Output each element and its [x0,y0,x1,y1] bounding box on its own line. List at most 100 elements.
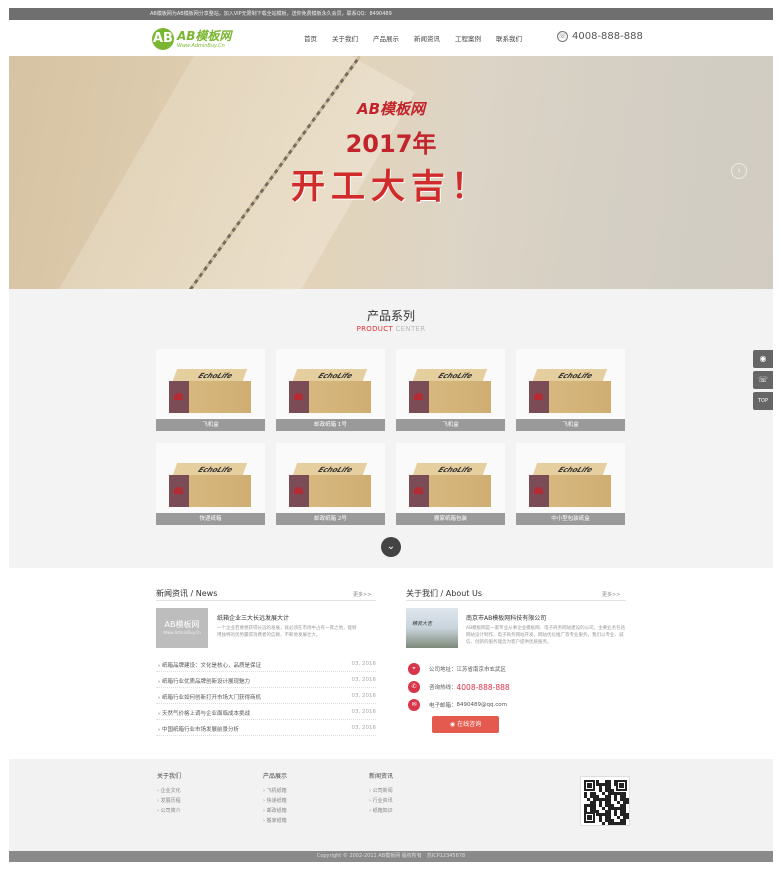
footer-link[interactable]: › 搬家纸箱 [263,816,287,826]
mail-icon: ✉ [408,699,420,711]
product-image[interactable]: EchoLife [156,349,265,419]
contact-label: 电子邮箱： [429,703,457,709]
product-card[interactable]: EchoLife 邮政纸箱 1号 [276,349,385,431]
nav-item-news[interactable]: 新闻资讯 [414,33,440,43]
product-section-title: 产品系列 [366,309,415,323]
contact-value: 江苏省南京市玄武区 [456,667,507,673]
product-image[interactable]: EchoLife [516,443,625,513]
nav-item-products[interactable]: 产品展示 [373,33,399,43]
top-icon[interactable]: TOP [753,392,773,410]
product-image[interactable]: EchoLife [276,443,385,513]
news-list-item[interactable]: › 天然气价格上调与企业面临成本挑战 03, 2016 [156,704,376,720]
phone-circle-icon: ✆ [408,681,420,693]
nav-item-about[interactable]: 关于我们 [332,33,358,43]
news-item-date: 03, 2016 [351,709,377,715]
news-item-title[interactable]: › 纸箱品牌建设：文化是核心，品质是保证 [158,661,261,669]
copyright-text: Copyright © 2002-2011 AB模板网 版权所有 苏ICP123… [316,853,466,859]
product-image[interactable]: EchoLife [396,349,505,419]
news-more-link[interactable]: 更多>> [353,591,371,598]
contact-value: 4008-888-888 [456,682,510,692]
hero-banner[interactable]: AB模板网 2017年 开工大吉！ › [9,56,773,289]
qr-finder [584,812,595,823]
news-list-item[interactable]: › 纸箱行业如何创新打开市场大门获得商机 03, 2016 [156,688,376,704]
footer-link[interactable]: › 公司新闻 [369,786,393,796]
consult-button[interactable]: ◉ 在线咨询 [432,716,499,733]
banner-headline: 开工大吉！ [291,167,491,207]
news-list-item[interactable]: › 纸箱行业优质品牌创新设计展现魅力 03, 2016 [156,672,376,688]
product-caption[interactable]: 中小型包装纸盒 [516,513,625,525]
nav-item-home[interactable]: 首页 [304,33,317,43]
news-list-item[interactable]: › 中国纸箱行业市场发展前景分析 03, 2016 [156,720,376,736]
product-caption[interactable]: 飞机盒 [156,419,265,431]
product-caption[interactable]: 飞机盒 [516,419,625,431]
featured-news-desc: 一个企业若要想获得长远的发展，就必须在市场中占有一席之地，能够用独特的优势赢得消… [217,626,357,638]
logo-main-text: AB模板网 [177,28,232,43]
footer-link[interactable]: › 邮政纸箱 [263,806,287,816]
qq-icon[interactable]: ◉ [753,350,773,368]
product-card[interactable]: EchoLife 飞机盒 [156,349,265,431]
featured-news-title[interactable]: 纸箱企业三大长远发展大计 [217,613,289,622]
logo-badge: AB [152,28,174,50]
footer-column: 新闻资讯 › 公司新闻 › 行业资讯 › 纸箱知识 [369,771,393,816]
product-card[interactable]: EchoLife 飞机盒 [396,349,505,431]
footer-link[interactable]: › 行业资讯 [369,796,393,806]
footer-link[interactable]: › 纸箱知识 [369,806,393,816]
about-description: AB模板网是一家专业从事企业模板网、电子商务网站建设的公司，主要业务包括网站设计… [466,626,626,645]
info-section: 新闻资讯 / News 更多>> AB模板网 Www.AdminBuy.Cn 纸… [9,568,773,759]
product-caption[interactable]: 搬家纸箱包装 [396,513,505,525]
news-item-title[interactable]: › 纸箱行业如何创新打开市场大门获得商机 [158,693,261,701]
footer-column: 产品展示 › 飞机纸箱 › 快递纸箱 › 邮政纸箱 › 搬家纸箱 [263,771,287,826]
contact-label: 咨询热线： [429,685,457,691]
qr-module [614,783,617,786]
footer-link[interactable]: › 发展历程 [157,796,181,806]
qr-module [626,801,629,804]
phone-icon: ☏ [557,31,568,42]
news-heading: 新闻资讯 / News [156,589,218,598]
product-image[interactable]: EchoLife [156,443,265,513]
product-card[interactable]: EchoLife 快递纸箱 [156,443,265,525]
about-image: 精装大吉 [406,608,458,648]
footer-link[interactable]: › 公司简介 [157,806,181,816]
product-card[interactable]: EchoLife 邮政纸箱 2号 [276,443,385,525]
qr-module [623,822,626,825]
chevron-right-icon[interactable]: › [731,163,747,179]
news-item-date: 03, 2016 [351,677,377,683]
news-thumb-sub: Www.AdminBuy.Cn [163,630,201,635]
news-list-item[interactable]: › 纸箱品牌建设：文化是核心，品质是保证 03, 2016 [156,656,376,672]
product-caption[interactable]: 邮政纸箱 1号 [276,419,385,431]
phone-icon[interactable]: ☏ [753,371,773,389]
footer-link[interactable]: › 飞机纸箱 [263,786,287,796]
qr-finder [584,780,595,791]
page: AB模板网为AB模板网分享整站，加入VIP无限制下载全站模板，送你免费模板永久会… [9,8,773,862]
chevron-down-icon[interactable]: ⌄ [381,537,401,557]
product-card[interactable]: EchoLife 中小型包装纸盒 [516,443,625,525]
footer-column-heading: 产品展示 [263,773,288,780]
nav-item-cases[interactable]: 工程案例 [455,33,481,43]
news-item-title[interactable]: › 天然气价格上调与企业面临成本挑战 [158,709,250,717]
product-image[interactable]: EchoLife [516,349,625,419]
product-caption[interactable]: 快递纸箱 [156,513,265,525]
divider [406,600,626,601]
footer-link[interactable]: › 快递纸箱 [263,796,287,806]
news-item-title[interactable]: › 中国纸箱行业市场发展前景分析 [158,725,239,733]
divider [156,600,376,601]
news-item-title[interactable]: › 纸箱行业优质品牌创新设计展现魅力 [158,677,250,685]
product-caption[interactable]: 飞机盒 [396,419,505,431]
news-thumbnail[interactable]: AB模板网 Www.AdminBuy.Cn [156,608,208,648]
product-image[interactable]: EchoLife [396,443,505,513]
nav-item-contact[interactable]: 联系我们 [496,33,522,43]
about-image-text: 精装大吉 [412,621,433,627]
banner-year: 2017年 [345,130,437,158]
product-card[interactable]: EchoLife 搬家纸箱包装 [396,443,505,525]
news-item-date: 03, 2016 [351,725,377,731]
product-caption[interactable]: 邮政纸箱 2号 [276,513,385,525]
product-card[interactable]: EchoLife 飞机盒 [516,349,625,431]
qr-module [584,810,587,813]
side-toolbar: ◉ ☏ TOP [753,350,773,413]
product-image[interactable]: EchoLife [276,349,385,419]
footer: 关于我们 › 企业文化 › 发展历程 › 公司简介 产品展示 › 飞机纸箱 › 快递纸箱 › … [9,759,773,851]
about-company-name: 南京市AB模板网科技有限公司 [466,615,547,622]
about-more-link[interactable]: 更多>> [602,591,620,598]
footer-link[interactable]: › 企业文化 [157,786,181,796]
site-logo[interactable]: AB AB模板网 Www.AdminBuy.Cn [152,28,231,50]
